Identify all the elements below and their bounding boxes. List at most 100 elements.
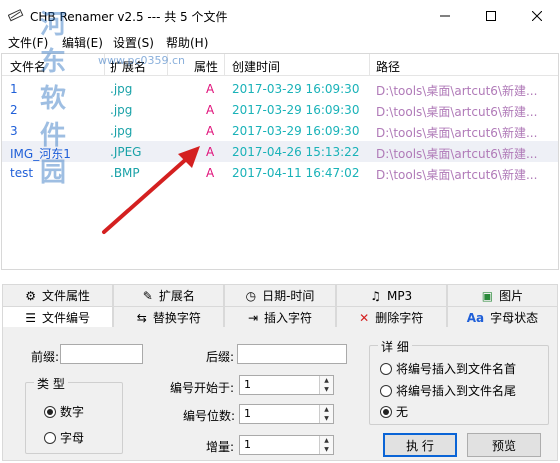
- prefix-label: 前缀:: [31, 350, 60, 364]
- insert-icon: ⇥: [247, 310, 259, 325]
- stepper-arrows-icon[interactable]: ▲ ▼: [319, 436, 333, 454]
- radio-selected-icon: [380, 405, 392, 418]
- radio-unselected-icon: [380, 362, 392, 375]
- start-label: 编号开始于:: [170, 381, 235, 395]
- cell-created: 2017-04-26 15:13:22: [232, 145, 360, 159]
- tab-insert-chars[interactable]: ⇥ 插入字符: [224, 306, 336, 328]
- menu-edit[interactable]: 编辑(E): [62, 34, 103, 51]
- gear-icon: ⚙: [25, 288, 36, 303]
- prefix-input[interactable]: [60, 344, 143, 364]
- preview-button[interactable]: 预览: [467, 433, 541, 457]
- suffix-label: 后缀:: [206, 350, 235, 364]
- radio-insert-start[interactable]: 将编号插入到文件名首: [380, 360, 516, 377]
- table-row[interactable]: test .BMP A 2017-04-11 16:47:02 D:\tools…: [2, 162, 558, 183]
- tab-picture[interactable]: ▣ 图片: [446, 284, 559, 306]
- radio-selected-icon: [44, 405, 56, 418]
- menu-file[interactable]: 文件(F): [8, 34, 48, 51]
- minimize-icon: [440, 15, 450, 16]
- list-icon: ☰: [25, 310, 36, 325]
- menu-bar: 文件(F) 编辑(E) 设置(S) 帮助(H): [0, 31, 560, 52]
- clock-icon: ◷: [245, 288, 257, 303]
- replace-icon: ⇆: [136, 310, 147, 325]
- radio-unselected-icon: [380, 384, 392, 397]
- maximize-button[interactable]: [468, 0, 514, 31]
- tab-file-numbering[interactable]: ☰ 文件编号: [2, 306, 114, 328]
- tab-file-attributes[interactable]: ⚙ 文件属性: [2, 284, 114, 306]
- column-created[interactable]: 创建时间: [232, 58, 280, 75]
- window-title: CHB Renamer v2.5 --- 共 5 个文件: [30, 10, 228, 24]
- cell-attribute: A: [206, 145, 215, 159]
- radio-type-letter[interactable]: 字母: [44, 429, 84, 446]
- radio-none[interactable]: 无: [380, 403, 408, 420]
- tab-delete-chars[interactable]: ✕ 删除字符: [335, 306, 447, 328]
- detail-group: 详 细 将编号插入到文件名首 将编号插入到文件名尾 无: [369, 338, 549, 425]
- column-extension[interactable]: 扩展名: [110, 58, 146, 75]
- menu-help[interactable]: 帮助(H): [166, 34, 208, 51]
- cell-created: 2017-03-29 16:09:30: [232, 124, 360, 138]
- cell-filename: test: [10, 166, 34, 180]
- cell-extension: .jpg: [110, 82, 133, 96]
- type-group-title: 类 型: [34, 375, 68, 392]
- close-icon: [532, 10, 542, 21]
- start-stepper[interactable]: 1 ▲ ▼: [239, 375, 334, 395]
- cell-created: 2017-03-29 16:09:30: [232, 82, 360, 96]
- column-path[interactable]: 路径: [376, 58, 400, 75]
- edit-icon: ✎: [142, 288, 153, 303]
- cell-filename: IMG_河东1: [10, 147, 71, 161]
- radio-type-digit[interactable]: 数字: [44, 403, 84, 420]
- cell-extension: .jpg: [110, 124, 133, 138]
- detail-group-title: 详 细: [378, 338, 412, 355]
- cell-path: D:\tools\桌面\artcut6\新建...: [376, 168, 538, 182]
- table-row[interactable]: 3 .jpg A 2017-03-29 16:09:30 D:\tools\桌面…: [2, 120, 558, 141]
- cell-filename: 3: [10, 124, 18, 138]
- step-label: 增量:: [206, 440, 235, 454]
- tab-extension[interactable]: ✎ 扩展名: [113, 284, 225, 306]
- minimize-button[interactable]: [422, 0, 468, 31]
- cell-attribute: A: [206, 103, 215, 117]
- stepper-arrows-icon[interactable]: ▲ ▼: [319, 376, 333, 394]
- radio-insert-end[interactable]: 将编号插入到文件名尾: [380, 382, 516, 399]
- annotation-arrow-icon: [102, 146, 200, 234]
- cell-attribute: A: [206, 82, 215, 96]
- tab-strip-top: ⚙ 文件属性 ✎ 扩展名 ◷ 日期-时间 ♫ MP3 ▣ 图片: [2, 284, 559, 306]
- table-row[interactable]: 2 .jpg A 2017-03-29 16:09:30 D:\tools\桌面…: [2, 99, 558, 120]
- cell-attribute: A: [206, 166, 215, 180]
- column-attribute[interactable]: 属性: [194, 58, 218, 75]
- tab-replace-chars[interactable]: ⇆ 替换字符: [113, 306, 225, 328]
- stepper-arrows-icon[interactable]: ▲ ▼: [319, 405, 333, 423]
- cell-attribute: A: [206, 124, 215, 138]
- tab-date-time[interactable]: ◷ 日期-时间: [224, 284, 336, 306]
- suffix-input[interactable]: [237, 344, 347, 364]
- app-pencil-icon: [8, 9, 24, 22]
- cell-path: D:\tools\桌面\artcut6\新建...: [376, 147, 538, 161]
- step-stepper[interactable]: 1 ▲ ▼: [239, 435, 334, 455]
- run-button[interactable]: 执 行: [383, 433, 457, 457]
- picture-icon: ▣: [481, 288, 494, 303]
- delete-icon: ✕: [359, 310, 370, 325]
- type-group: 类 型 数字 字母: [25, 375, 123, 454]
- menu-settings[interactable]: 设置(S): [113, 34, 154, 51]
- tab-strip-bottom: ☰ 文件编号 ⇆ 替换字符 ⇥ 插入字符 ✕ 删除字符 Aa 字母状态: [2, 306, 559, 328]
- music-icon: ♫: [370, 288, 381, 303]
- cell-path: D:\tools\桌面\artcut6\新建...: [376, 105, 538, 119]
- cell-path: D:\tools\桌面\artcut6\新建...: [376, 126, 538, 140]
- table-row-selected[interactable]: IMG_河东1 .JPEG A 2017-04-26 15:13:22 D:\t…: [2, 141, 558, 162]
- close-button[interactable]: [514, 0, 560, 31]
- digits-label: 编号位数:: [183, 409, 236, 423]
- file-list-header: 文件名 扩展名 属性 创建时间 路径: [2, 54, 558, 76]
- cell-path: D:\tools\桌面\artcut6\新建...: [376, 84, 538, 98]
- cell-filename: 1: [10, 82, 18, 96]
- cell-created: 2017-04-11 16:47:02: [232, 166, 360, 180]
- radio-unselected-icon: [44, 431, 56, 444]
- table-row[interactable]: 1 .jpg A 2017-03-29 16:09:30 D:\tools\桌面…: [2, 78, 558, 99]
- column-filename[interactable]: 文件名: [10, 58, 46, 75]
- cell-extension: .jpg: [110, 103, 133, 117]
- maximize-icon: [486, 10, 496, 21]
- case-icon: Aa: [466, 310, 485, 325]
- cell-filename: 2: [10, 103, 18, 117]
- file-list[interactable]: 文件名 扩展名 属性 创建时间 路径 1 .jpg A 2017-03-29 1…: [1, 53, 559, 270]
- digits-stepper[interactable]: 1 ▲ ▼: [239, 404, 334, 424]
- numbering-panel: 前缀: 后缀: 类 型 数字 字母 编号开始于: 1 ▲ ▼ 编号位数: 1 ▲ ▼…: [2, 327, 558, 461]
- tab-mp3[interactable]: ♫ MP3: [335, 284, 447, 306]
- tab-letter-case[interactable]: Aa 字母状态: [446, 306, 559, 328]
